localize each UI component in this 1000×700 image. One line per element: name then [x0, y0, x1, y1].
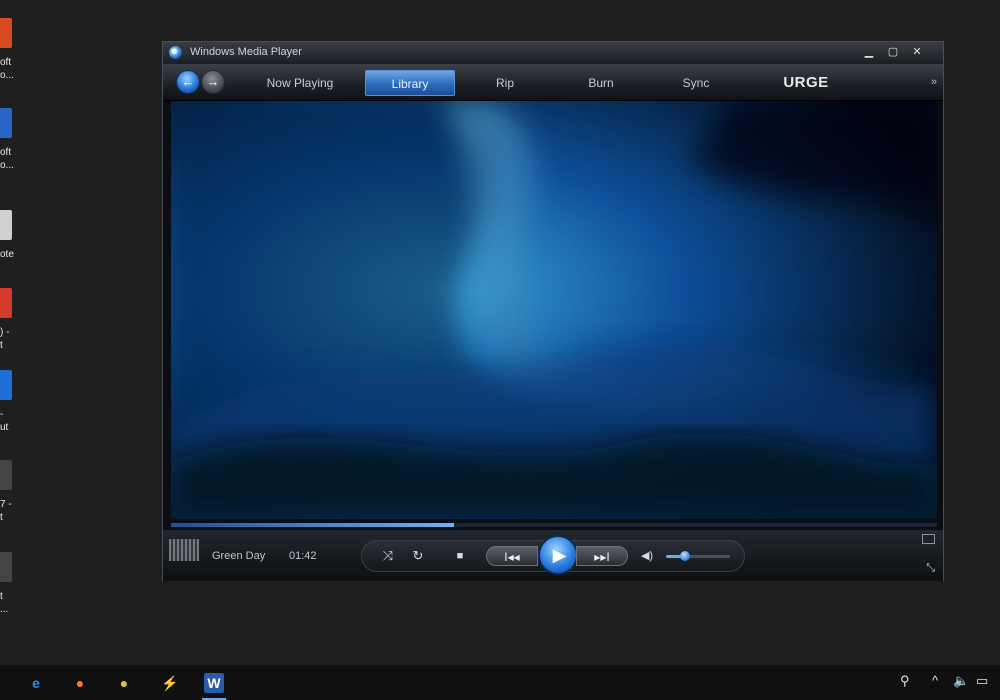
desktop-icon-label: ) - t	[0, 327, 10, 351]
taskbar-edge-button[interactable]: e	[18, 669, 54, 697]
window-title: Windows Media Player	[190, 46, 302, 58]
back-arrow-icon: ←	[181, 74, 195, 89]
desktop-app-icon	[0, 210, 12, 240]
taskbar: e ● ● ⚡ W ⚲ ^ 🔈 ▭	[0, 665, 1000, 700]
tab-now-playing[interactable]: Now Playing	[257, 70, 343, 96]
desktop-icon-label: oft o...	[0, 147, 14, 171]
taskbar-chrome-button[interactable]: ●	[106, 669, 142, 697]
now-playing-art[interactable]	[169, 539, 199, 561]
media-player-app-icon	[169, 46, 182, 59]
word-icon: W	[204, 673, 224, 693]
volume-slider[interactable]	[666, 551, 730, 561]
shuffle-icon[interactable]: ⤨	[378, 545, 398, 567]
desktop-app-icon	[0, 288, 12, 318]
tab-burn[interactable]: Burn	[569, 70, 633, 96]
taskbar-app-button[interactable]: ⚡	[152, 669, 188, 697]
network-icon[interactable]: ▭	[976, 673, 988, 689]
back-button[interactable]: ←	[176, 70, 200, 94]
play-button[interactable]: ▶	[538, 535, 578, 575]
desktop-icon-label: ote	[0, 249, 14, 260]
more-tabs-button[interactable]: »	[931, 76, 937, 88]
edge-icon: e	[32, 675, 40, 691]
title-bar[interactable]: Windows Media Player ▁ ▢ ✕	[163, 42, 943, 64]
desktop-icon-label: - ut	[0, 409, 9, 433]
now-playing-artist: Green Day	[212, 550, 266, 562]
forward-arrow-icon: →	[206, 74, 220, 89]
switch-to-compact-mode-button[interactable]	[922, 534, 935, 544]
previous-button[interactable]: I◂◂	[486, 546, 538, 566]
tab-rip[interactable]: Rip	[475, 70, 535, 96]
tab-sync[interactable]: Sync	[663, 70, 729, 96]
app-icon: ⚡	[161, 675, 179, 691]
desktop-app-icon	[0, 370, 12, 400]
desktop-app-icon	[0, 108, 12, 138]
visualization-area	[171, 101, 937, 519]
desktop-icon-label: 7 - t	[0, 499, 12, 523]
media-player-window: Windows Media Player ▁ ▢ ✕ ← → Now Playi…	[162, 41, 944, 581]
mute-icon[interactable]: ◀)	[634, 545, 660, 567]
forward-button[interactable]: →	[201, 70, 225, 94]
desktop-app-icon	[0, 18, 12, 48]
volume-knob[interactable]	[680, 551, 691, 561]
tab-library[interactable]: Library	[365, 70, 455, 96]
taskbar-firefox-button[interactable]: ●	[62, 669, 98, 697]
people-icon[interactable]: ⚲	[900, 673, 910, 689]
stop-icon[interactable]: ■	[450, 545, 470, 567]
resize-grip-icon[interactable]: ⤡	[926, 562, 935, 575]
volume-icon[interactable]: 🔈	[953, 673, 969, 689]
tab-urge[interactable]: URGE	[769, 70, 843, 96]
firefox-icon: ●	[75, 675, 85, 691]
repeat-icon[interactable]: ↻	[408, 545, 428, 567]
minimize-button[interactable]: ▁	[857, 44, 881, 60]
play-icon: ▶	[552, 545, 567, 565]
playback-controls-bar: Green Day 01:42 ⤨ ↻ ■ I◂◂ ▶ ▸▸I ◀) ⤡	[163, 530, 943, 581]
chevron-up-icon[interactable]: ^	[932, 673, 938, 688]
elapsed-time: 01:42	[289, 550, 317, 562]
taskbar-word-button[interactable]: W	[196, 669, 232, 700]
desktop-app-icon	[0, 460, 12, 490]
next-button[interactable]: ▸▸I	[576, 546, 628, 566]
navigation-bar: ← → Now Playing Library Rip Burn Sync UR…	[163, 64, 943, 101]
seek-progress	[171, 523, 455, 527]
desktop-icon-label: oft o...	[0, 57, 14, 81]
seek-bar[interactable]	[171, 523, 937, 527]
maximize-button[interactable]: ▢	[881, 44, 905, 60]
desktop-app-icon	[0, 552, 12, 582]
chrome-icon: ●	[119, 675, 129, 691]
transport-controls: ⤨ ↻ ■ I◂◂ ▶ ▸▸I ◀)	[361, 535, 745, 575]
close-button[interactable]: ✕	[905, 44, 929, 60]
desktop-icon-label: t ...	[0, 591, 9, 615]
visualization-image	[171, 101, 937, 519]
